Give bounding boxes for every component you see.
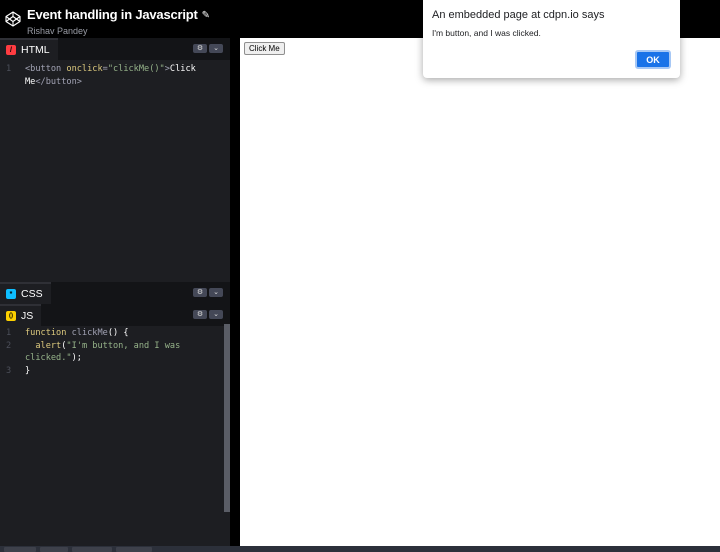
html-collapse-icon[interactable]: ⌄ [209, 44, 223, 53]
css-settings-icon[interactable]: ⚙ [193, 288, 207, 297]
result-preview: Click Me [240, 38, 720, 546]
html-badge-icon: / [6, 45, 16, 55]
code-line: 1 <button onclick="clickMe()">Click [6, 64, 196, 74]
css-collapse-icon[interactable]: ⌄ [209, 288, 223, 297]
code-line: 3} [6, 365, 31, 376]
pencil-icon[interactable]: ✎ [202, 10, 210, 21]
editor-panel: / HTML ⚙ ⌄ 1 <button onclick="clickMe()">… [0, 38, 230, 546]
html-editor-controls: ⚙ ⌄ [193, 44, 223, 53]
ok-button[interactable]: OK [635, 50, 671, 69]
css-badge-icon: * [6, 289, 16, 299]
click-me-button[interactable]: Click Me [244, 42, 285, 55]
alert-dialog: An embedded page at cdpn.io says I'm but… [423, 0, 680, 78]
tab-css[interactable]: * CSS [0, 282, 51, 304]
css-editor-controls: ⚙ ⌄ [193, 288, 223, 297]
pen-title-block: Event handling in Javascript ✎ Rishav Pan… [27, 6, 210, 36]
tab-js-label: JS [21, 310, 34, 322]
code-line: 2 alert("I'm button, and I was [6, 340, 181, 351]
bottom-tab[interactable] [4, 547, 36, 552]
code-line: 1 function clickMe() { [6, 328, 129, 338]
pen-title[interactable]: Event handling in Javascript [27, 7, 198, 22]
line-number: 1 [6, 64, 12, 74]
js-code[interactable]: 1 function clickMe() { 2 alert("I'm butto… [0, 327, 224, 377]
js-editor-controls: ⚙ ⌄ [193, 310, 223, 319]
resize-divider[interactable] [230, 38, 240, 546]
html-editor-header: / HTML ⚙ ⌄ [0, 38, 230, 60]
code-line: clicked."); [25, 353, 82, 363]
tab-html-label: HTML [21, 44, 50, 56]
codepen-logo-icon[interactable] [5, 11, 21, 27]
line-number: 3 [6, 365, 12, 376]
tab-js[interactable]: () JS [0, 304, 42, 326]
html-code[interactable]: 1 <button onclick="clickMe()">Click Me</b… [0, 63, 224, 88]
code-line: Me</button> [25, 76, 82, 87]
dialog-title: An embedded page at cdpn.io says [432, 9, 605, 21]
bottom-bar [0, 546, 720, 552]
js-collapse-icon[interactable]: ⌄ [209, 310, 223, 319]
line-number: 1 [6, 328, 12, 338]
js-editor-header: () JS ⚙ ⌄ [0, 304, 230, 326]
js-badge-icon: () [6, 311, 16, 321]
line-number: 2 [6, 340, 12, 351]
html-settings-icon[interactable]: ⚙ [193, 44, 207, 53]
bottom-tab[interactable] [116, 547, 152, 552]
tab-css-label: CSS [21, 288, 43, 300]
pen-author[interactable]: Rishav Pandey [27, 26, 210, 36]
bottom-tab[interactable] [40, 547, 68, 552]
js-settings-icon[interactable]: ⚙ [193, 310, 207, 319]
css-editor-header: * CSS ⚙ ⌄ [0, 282, 230, 304]
bottom-tab[interactable] [72, 547, 112, 552]
tab-html[interactable]: / HTML [0, 38, 58, 60]
dialog-message: I'm button, and I was clicked. [432, 28, 541, 38]
